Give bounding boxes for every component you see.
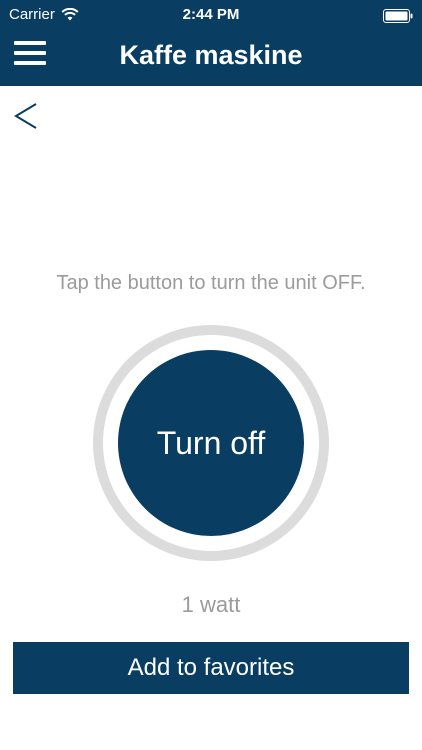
- instruction-text: Tap the button to turn the unit OFF.: [56, 272, 366, 294]
- page-title: Kaffe maskine: [119, 40, 303, 70]
- power-reading: 1 watt: [181, 592, 241, 617]
- chevron-left-icon[interactable]: [12, 98, 44, 134]
- add-to-favorites-button[interactable]: Add to favorites: [13, 642, 409, 694]
- turn-off-button[interactable]: Turn off: [118, 350, 304, 536]
- status-time: 2:44 PM: [182, 6, 240, 23]
- battery-icon: [383, 9, 413, 23]
- nav-bar: Kaffe maskine: [0, 30, 422, 86]
- status-bar: Carrier 2:44 PM: [0, 0, 422, 30]
- app-header: Carrier 2:44 PM Kaffe maskine: [0, 0, 422, 86]
